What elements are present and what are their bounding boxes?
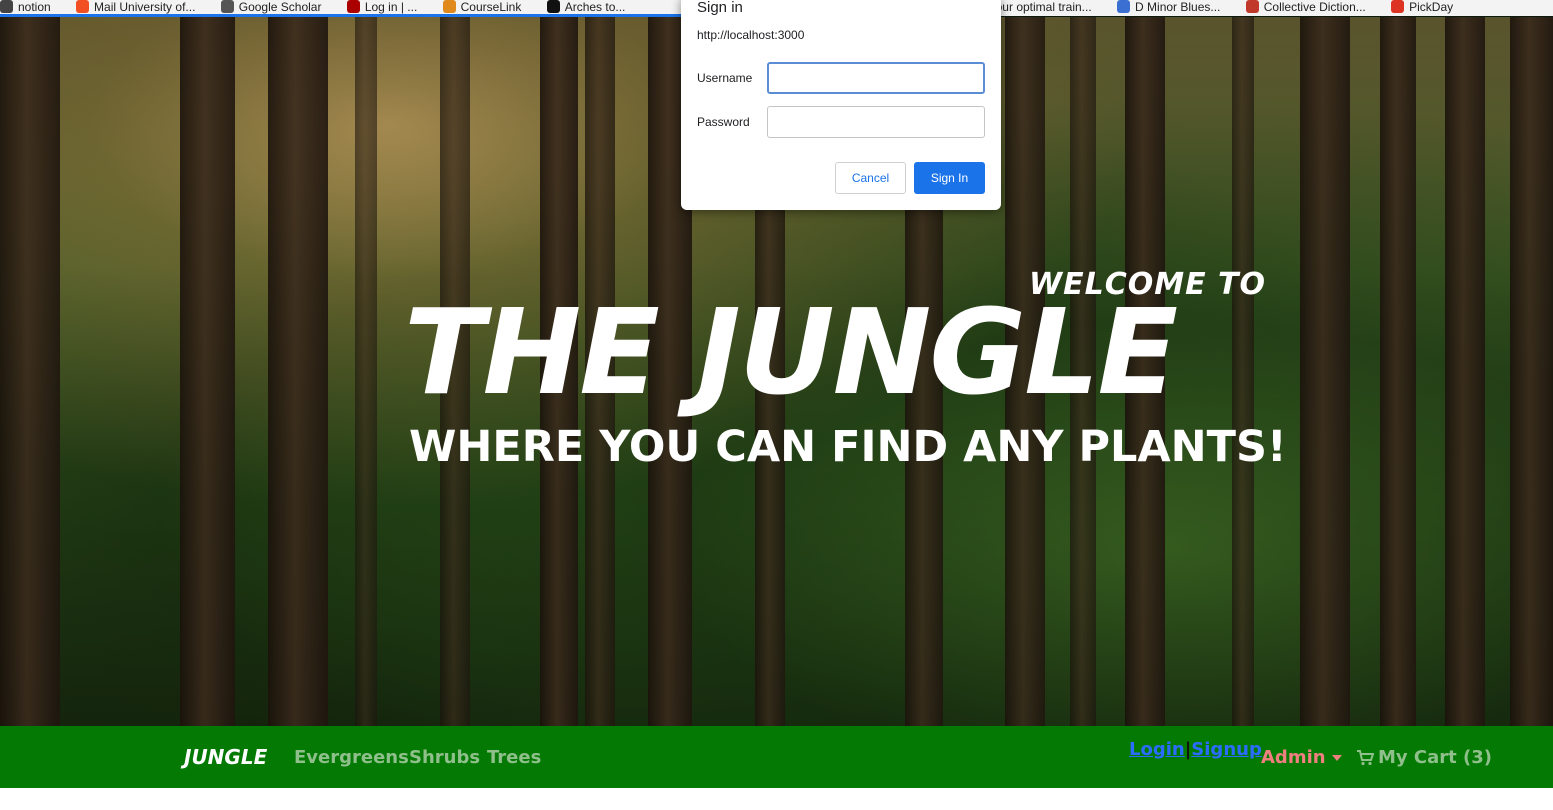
bookmark-item[interactable]: D Minor Blues... bbox=[1117, 0, 1220, 13]
bookmark-favicon-icon bbox=[1117, 0, 1131, 13]
bookmark-favicon-icon bbox=[346, 0, 360, 13]
dialog-title: Sign in bbox=[697, 0, 743, 16]
nav-link-trees[interactable]: Trees bbox=[487, 747, 541, 768]
bookmark-item[interactable]: Collective Diction... bbox=[1245, 0, 1366, 13]
bookmark-favicon-icon bbox=[1245, 0, 1259, 13]
auth-links: Login|Signup bbox=[1129, 739, 1262, 760]
bookmark-favicon-icon bbox=[546, 0, 560, 13]
page-bottom bbox=[0, 788, 1553, 810]
bookmark-item[interactable]: CourseLink bbox=[442, 0, 521, 13]
bookmark-item[interactable]: Log in | ... bbox=[346, 0, 417, 13]
bookmark-item[interactable]: notion bbox=[0, 0, 51, 13]
admin-dropdown[interactable]: Admin bbox=[1261, 747, 1342, 768]
sign-in-button[interactable]: Sign In bbox=[914, 162, 985, 194]
bookmark-item[interactable]: Mail University of... bbox=[76, 0, 195, 13]
signup-link[interactable]: Signup bbox=[1191, 739, 1262, 760]
navbar: JUNGLE Evergreens Shrubs Trees Login|Sig… bbox=[0, 726, 1553, 788]
bookmark-favicon-icon bbox=[1391, 0, 1405, 13]
bookmark-item[interactable]: PickDay bbox=[1391, 0, 1453, 13]
hero-tagline: WHERE YOU CAN FIND ANY PLANTS! bbox=[409, 422, 1287, 472]
cart-label: My Cart (3) bbox=[1378, 747, 1492, 768]
bookmark-favicon-icon bbox=[442, 0, 456, 13]
bookmark-favicon-icon bbox=[76, 0, 90, 13]
hero-title: THE JUNGLE bbox=[404, 283, 1178, 421]
bookmark-favicon-icon bbox=[220, 0, 234, 13]
nav-link-evergreens[interactable]: Evergreens bbox=[294, 747, 409, 768]
login-link[interactable]: Login bbox=[1129, 739, 1185, 760]
password-label: Password bbox=[697, 115, 750, 129]
username-label: Username bbox=[697, 71, 753, 85]
bookmark-item[interactable]: Google Scholar bbox=[220, 0, 321, 13]
sign-in-dialog: Sign in http://localhost:3000 Username P… bbox=[681, 0, 1001, 210]
bookmark-favicon-icon bbox=[0, 0, 13, 13]
caret-down-icon bbox=[1331, 755, 1342, 761]
brand-logo[interactable]: JUNGLE bbox=[184, 745, 267, 769]
password-input[interactable] bbox=[767, 106, 985, 138]
bookmark-item[interactable]: Arches to... bbox=[546, 0, 625, 13]
admin-label: Admin bbox=[1261, 747, 1326, 768]
shopping-cart-icon bbox=[1357, 749, 1374, 765]
username-input[interactable] bbox=[767, 62, 985, 94]
nav-link-shrubs[interactable]: Shrubs bbox=[409, 747, 480, 768]
dialog-origin: http://localhost:3000 bbox=[697, 28, 805, 42]
cart-link[interactable]: My Cart (3) bbox=[1356, 747, 1492, 768]
cancel-button[interactable]: Cancel bbox=[835, 162, 906, 194]
